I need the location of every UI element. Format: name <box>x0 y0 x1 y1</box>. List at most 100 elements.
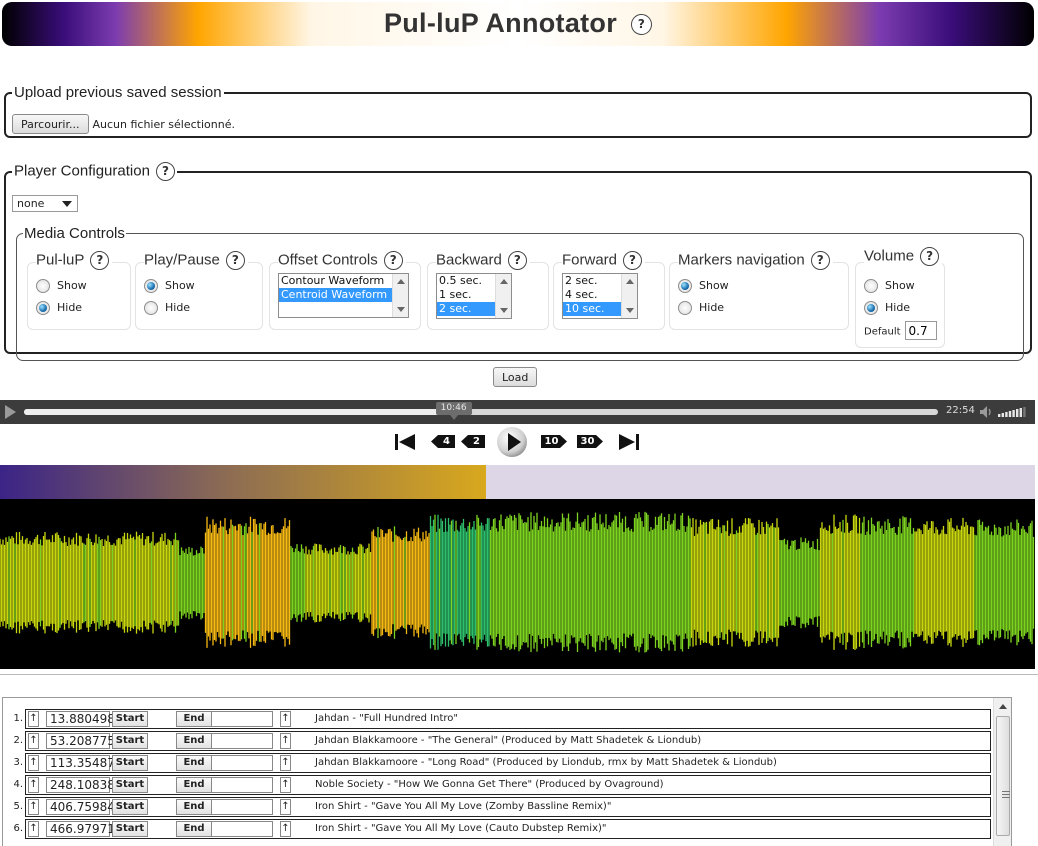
marker-end-time[interactable] <box>211 711 273 727</box>
marker-row: 2. ↑ 53.208775 Start End ↑ Jahdan Blakkamoore … <box>3 730 993 752</box>
skip-next-icon[interactable] <box>618 433 640 451</box>
skip-previous-icon[interactable] <box>394 433 416 451</box>
help-icon[interactable]: ? <box>225 251 245 270</box>
marker-end-button[interactable]: End <box>176 821 212 837</box>
forward-small-button[interactable]: 10 <box>541 435 567 448</box>
volume-show-option[interactable]: Show <box>864 279 915 293</box>
scrollbar-thumb[interactable] <box>996 716 1010 836</box>
seek-track[interactable]: 10:46 <box>24 402 938 420</box>
arrow-up-icon[interactable]: ↑ <box>280 777 291 793</box>
marker-end-button[interactable]: End <box>176 711 212 727</box>
volume-level-bars[interactable] <box>998 407 1028 417</box>
rewind-large-button[interactable]: 4 <box>431 435 455 448</box>
timeline-progress-bar[interactable] <box>0 465 1035 499</box>
transport-controls: 4 2 10 30 <box>394 426 644 458</box>
play-pause-hide-option[interactable]: Hide <box>144 301 190 315</box>
arrow-up-icon[interactable]: ↑ <box>28 755 39 771</box>
marker-end-button[interactable]: End <box>176 777 212 793</box>
rewind-small-button[interactable]: 2 <box>461 435 485 448</box>
help-icon[interactable]: ? <box>920 247 940 266</box>
play-icon[interactable] <box>5 405 16 419</box>
scroll-up-icon[interactable] <box>500 279 508 284</box>
offset-option[interactable]: Contour Waveform <box>279 274 408 288</box>
forward-large-button[interactable]: 30 <box>577 435 603 448</box>
markers-navigation-hide-radio[interactable] <box>678 301 692 315</box>
audio-waveform[interactable] <box>0 499 1035 669</box>
marker-end-button[interactable]: End <box>176 799 212 815</box>
marker-end-time[interactable] <box>211 777 273 793</box>
arrow-up-icon[interactable]: ↑ <box>280 821 291 837</box>
marker-start-time[interactable]: 13.880498 <box>46 711 115 727</box>
forward-listbox[interactable]: 2 sec. 4 sec. 10 sec. <box>562 273 638 319</box>
load-button[interactable]: Load <box>493 367 538 387</box>
marker-start-button[interactable]: Start <box>112 755 148 771</box>
pulup-show-option[interactable]: Show <box>36 279 87 293</box>
browse-button[interactable]: Parcourir... <box>12 114 89 134</box>
help-icon[interactable]: ? <box>810 251 830 270</box>
volume-default-input[interactable] <box>904 321 937 340</box>
pulup-show-radio[interactable] <box>36 279 50 293</box>
play-pause-icon[interactable] <box>496 426 528 458</box>
play-pause-hide-radio[interactable] <box>144 301 158 315</box>
marker-end-button[interactable]: End <box>176 755 212 771</box>
marker-start-time[interactable]: 248.10838 <box>46 777 115 793</box>
marker-start-button[interactable]: Start <box>112 799 148 815</box>
marker-end-time[interactable] <box>211 733 273 749</box>
arrow-up-icon[interactable]: ↑ <box>280 755 291 771</box>
pulup-hide-radio[interactable] <box>36 301 50 315</box>
marker-list-scrollbar[interactable] <box>993 698 1011 846</box>
player-configuration-select[interactable]: none <box>12 195 78 212</box>
marker-number: 2. <box>13 735 23 746</box>
scroll-up-icon[interactable] <box>397 279 405 284</box>
scroll-up-icon[interactable] <box>626 279 634 284</box>
backward-listbox[interactable]: 0.5 sec. 1 sec. 2 sec. <box>436 273 512 319</box>
scroll-down-icon[interactable] <box>626 308 634 313</box>
arrow-up-icon[interactable]: ↑ <box>28 733 39 749</box>
marker-start-button[interactable]: Start <box>112 733 148 749</box>
volume-show-radio[interactable] <box>864 279 878 293</box>
markers-navigation-hide-option[interactable]: Hide <box>678 301 724 315</box>
marker-start-button[interactable]: Start <box>112 777 148 793</box>
help-icon[interactable]: ? <box>90 251 110 270</box>
scroll-down-icon[interactable] <box>500 308 508 313</box>
play-pause-show-radio[interactable] <box>144 279 158 293</box>
marker-start-time[interactable]: 406.75984 <box>46 799 115 815</box>
help-icon[interactable]: ? <box>631 14 653 35</box>
scroll-down-icon[interactable] <box>397 307 405 312</box>
marker-end-time[interactable] <box>211 799 273 815</box>
marker-end-time[interactable] <box>211 755 273 771</box>
listbox-scrollbar[interactable] <box>392 274 408 317</box>
help-icon[interactable]: ? <box>383 251 403 270</box>
listbox-scrollbar[interactable] <box>495 274 511 318</box>
arrow-up-icon[interactable]: ↑ <box>280 733 291 749</box>
offset-controls-listbox[interactable]: Contour Waveform Centroid Waveform <box>278 273 409 318</box>
arrow-up-icon[interactable]: ↑ <box>280 799 291 815</box>
help-icon[interactable]: ? <box>155 162 175 181</box>
volume-hide-option[interactable]: Hide <box>864 301 910 315</box>
help-icon[interactable]: ? <box>507 251 527 270</box>
volume-group: Volume? Show Hide Default <box>855 247 945 348</box>
volume-icon[interactable] <box>980 406 994 418</box>
arrow-up-icon[interactable]: ↑ <box>28 799 39 815</box>
listbox-scrollbar[interactable] <box>621 274 637 318</box>
offset-option[interactable]: Centroid Waveform <box>279 288 408 302</box>
arrow-up-icon[interactable]: ↑ <box>280 711 291 727</box>
marker-start-button[interactable]: Start <box>112 711 148 727</box>
arrow-up-icon[interactable]: ↑ <box>28 821 39 837</box>
volume-default-row: Default <box>864 321 937 340</box>
marker-start-time[interactable]: 466.97971 <box>46 821 115 837</box>
marker-end-time[interactable] <box>211 821 273 837</box>
markers-navigation-show-radio[interactable] <box>678 279 692 293</box>
arrow-up-icon[interactable]: ↑ <box>28 711 39 727</box>
pulup-hide-option[interactable]: Hide <box>36 301 82 315</box>
arrow-up-icon[interactable]: ↑ <box>28 777 39 793</box>
scroll-up-icon[interactable] <box>999 704 1007 709</box>
help-icon[interactable]: ? <box>623 251 643 270</box>
markers-navigation-show-option[interactable]: Show <box>678 279 729 293</box>
volume-hide-radio[interactable] <box>864 301 878 315</box>
play-pause-show-option[interactable]: Show <box>144 279 195 293</box>
marker-start-button[interactable]: Start <box>112 821 148 837</box>
marker-start-time[interactable]: 53.208775 <box>46 733 115 749</box>
marker-end-button[interactable]: End <box>176 733 212 749</box>
marker-start-time[interactable]: 113.35487 <box>46 755 115 771</box>
